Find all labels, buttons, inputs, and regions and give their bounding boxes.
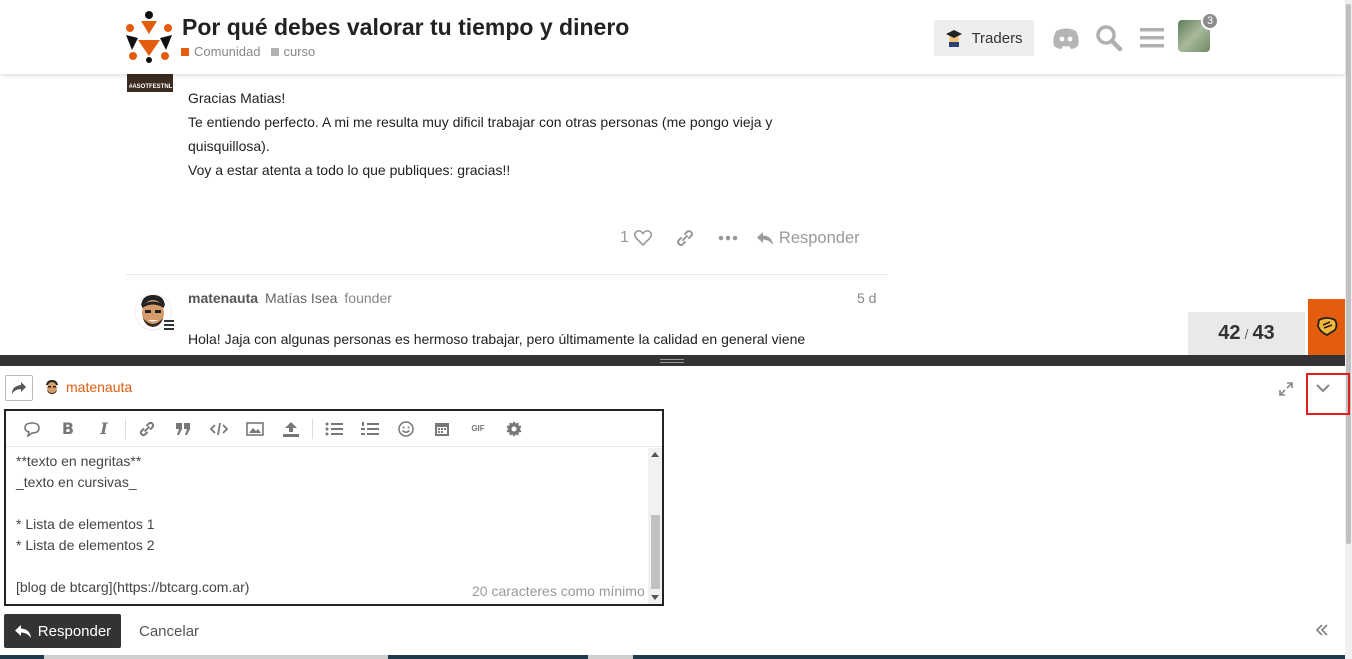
- reply-arrow-icon: [14, 624, 32, 639]
- post-actions: 1 Responder: [620, 226, 860, 250]
- post-body-line: Voy a estar atenta a todo lo que publiqu…: [188, 162, 511, 178]
- cancel-link[interactable]: Cancelar: [139, 623, 199, 640]
- share-arrow-icon: [11, 381, 27, 395]
- editor-scrollbar-thumb[interactable]: [651, 515, 660, 589]
- chat-widget-button[interactable]: [1308, 299, 1345, 355]
- like-count: 1: [620, 229, 629, 246]
- strip-segment: [44, 655, 388, 659]
- reply-user-avatar: [44, 379, 60, 395]
- graduation-cap-icon: [945, 29, 963, 47]
- quote-bubble-icon[interactable]: [14, 414, 50, 444]
- reply-to-user[interactable]: matenauta: [44, 379, 132, 395]
- traders-label: Traders: [971, 29, 1023, 47]
- editor-line: _texto en cursivas_: [16, 474, 137, 490]
- image-icon[interactable]: [237, 414, 273, 444]
- post-reply-button[interactable]: Responder: [756, 229, 860, 248]
- reply-textarea[interactable]: **texto en negritas** _texto en cursivas_…: [16, 451, 249, 598]
- submit-reply-label: Responder: [37, 622, 112, 640]
- category-curso[interactable]: curso: [270, 44, 316, 59]
- numbered-list-icon[interactable]: [352, 414, 388, 444]
- page-scrollbar-thumb[interactable]: [1346, 4, 1351, 544]
- search-icon[interactable]: [1093, 22, 1125, 54]
- reply-arrow-icon: [756, 231, 774, 246]
- post-author-avatar[interactable]: [134, 292, 174, 332]
- upload-icon[interactable]: [273, 414, 309, 444]
- avatar-caption: #ASOTFESTNL: [129, 84, 173, 90]
- fullscreen-expand-icon[interactable]: [1278, 381, 1294, 397]
- category-breadcrumb: Comunidad curso: [181, 44, 315, 59]
- post-body-line: Hola! Jaja con algunas personas es hermo…: [188, 331, 806, 347]
- timeline-post-counter[interactable]: 42 / 43: [1188, 312, 1305, 355]
- post-reply-label: Responder: [778, 228, 860, 247]
- gear-icon[interactable]: [496, 414, 532, 444]
- post-full-name[interactable]: Matías Isea: [265, 290, 337, 306]
- post-username[interactable]: matenauta: [188, 290, 258, 306]
- post-body-line: quisquillosa).: [188, 138, 270, 154]
- strip-segment: [588, 655, 633, 659]
- category-label: Comunidad: [194, 44, 261, 59]
- min-chars-hint: 20 caracteres como mínimo: [472, 583, 645, 599]
- notification-badge[interactable]: 3: [1201, 12, 1219, 30]
- toolbar-separator: [312, 418, 313, 439]
- bold-icon[interactable]: B: [50, 414, 86, 444]
- reply-options-button[interactable]: [5, 375, 33, 401]
- italic-icon[interactable]: I: [86, 414, 122, 444]
- editor-line: * Lista de elementos 1: [16, 516, 155, 532]
- counter-separator: /: [1244, 325, 1249, 342]
- link-icon[interactable]: [129, 414, 165, 444]
- like-button[interactable]: 1: [620, 229, 652, 247]
- editor-line: [blog de btcarg](https://btcarg.com.ar): [16, 579, 250, 595]
- link-icon[interactable]: [676, 229, 694, 247]
- submit-reply-button[interactable]: Responder: [4, 614, 121, 648]
- site-header: Por qué debes valorar tu tiempo y dinero…: [0, 0, 1345, 74]
- category-color-square: [270, 47, 279, 56]
- more-options-icon[interactable]: [718, 235, 738, 241]
- total-post-number: 43: [1252, 322, 1275, 344]
- discord-icon[interactable]: [1050, 22, 1082, 54]
- hamburger-menu-icon[interactable]: [1136, 22, 1168, 54]
- code-icon[interactable]: [201, 414, 237, 444]
- category-color-square: [181, 47, 189, 56]
- editor-toolbar: B I GIF: [6, 411, 662, 447]
- highlight-annotation-box: [1306, 373, 1350, 415]
- reply-to-username: matenauta: [66, 379, 133, 395]
- site-logo[interactable]: [124, 10, 174, 64]
- post-author-avatar[interactable]: #ASOTFESTNL: [127, 74, 173, 92]
- double-chevron-left-icon[interactable]: [1314, 622, 1330, 638]
- category-comunidad[interactable]: Comunidad: [181, 44, 261, 59]
- post-date[interactable]: 5 d: [857, 290, 876, 306]
- post-divider: [126, 274, 888, 275]
- traders-button[interactable]: Traders: [934, 20, 1034, 56]
- grip-handle-lines[interactable]: [660, 359, 684, 363]
- user-title: founder: [344, 290, 392, 306]
- chat-bubble-icon: [1315, 316, 1339, 338]
- heart-icon: [633, 230, 652, 246]
- emoji-icon[interactable]: [388, 414, 424, 444]
- toolbar-separator: [125, 418, 126, 439]
- bottom-status-strip: [0, 655, 1345, 659]
- category-label: curso: [283, 44, 316, 59]
- calendar-icon[interactable]: [424, 414, 460, 444]
- editor-line: * Lista de elementos 2: [16, 537, 155, 553]
- composer-editor: B I GIF **texto en negritas** _texto en …: [4, 409, 664, 606]
- gif-icon[interactable]: GIF: [460, 414, 496, 444]
- current-post-number: 42: [1218, 322, 1241, 344]
- bullet-list-icon[interactable]: [316, 414, 352, 444]
- topic-title[interactable]: Por qué debes valorar tu tiempo y dinero: [182, 14, 629, 41]
- post-body-line: Te entiendo perfecto. A mi me resulta mu…: [188, 114, 773, 130]
- post-body-line: Gracias Matias!: [188, 90, 286, 106]
- blockquote-icon[interactable]: [165, 414, 201, 444]
- post-meta: matenauta Matías Isea founder: [188, 290, 392, 306]
- editor-line: **texto en negritas**: [16, 453, 142, 469]
